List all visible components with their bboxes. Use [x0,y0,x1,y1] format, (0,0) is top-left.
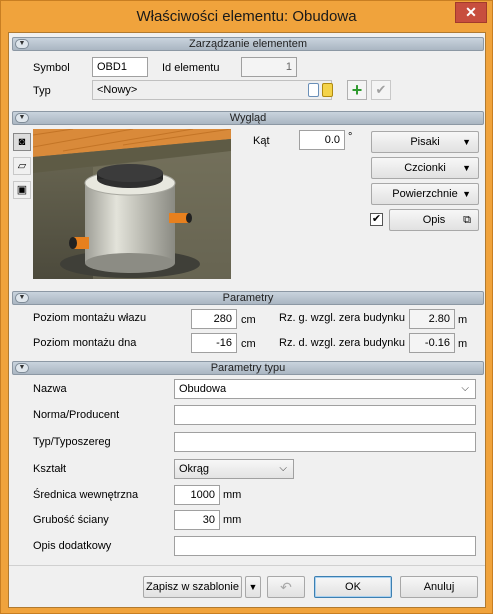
footer-divider [9,565,485,566]
wall-thickness-label: Grubość ściany [33,514,109,526]
section-title-parameters: Parametry [222,292,274,304]
standard-label: Norma/Producent [33,409,120,421]
angle-input[interactable]: 0.0 [299,130,345,150]
symbol-label: Symbol [33,62,70,74]
series-label: Typ/Typoszereg [33,436,111,448]
dialog-body: ▼ Zarządzanie elementem Symbol OBD1 Id e… [8,32,486,608]
name-select-value: Obudowa [179,383,227,395]
3d-preview[interactable] [33,129,231,279]
hatch-level-input[interactable]: 280 [191,309,237,329]
undo-icon[interactable]: ↶ [267,576,305,598]
window-title: Właściwości elementu: Obudowa [136,8,357,25]
name-label: Nazwa [33,383,67,395]
section-title-type-parameters: Parametry typu [210,362,286,374]
collapse-chevron-icon[interactable]: ▼ [15,363,29,373]
top-ordinate-label: Rz. g. wzgl. zera budynku [279,312,405,324]
open-window-icon: ⧉ [463,214,471,226]
diameter-unit: mm [223,489,242,501]
angle-label: Kąt [253,135,270,147]
dropdown-arrow-icon: ▼ [462,189,471,199]
collapse-chevron-icon[interactable]: ▼ [15,39,29,49]
shape-select-value: Okrąg [179,463,209,475]
type-field[interactable]: <Nowy> [92,80,332,100]
collapse-chevron-icon[interactable]: ▼ [15,113,29,123]
id-label: Id elementu [162,62,220,74]
pens-button[interactable]: Pisaki ▼ [371,131,479,153]
section-header-appearance[interactable]: ▼ Wygląd [12,111,484,125]
symbol-input[interactable]: OBD1 [92,57,148,77]
close-button[interactable]: ✕ [455,2,487,23]
section-header-type-parameters[interactable]: ▼ Parametry typu [12,361,484,375]
wall-thickness-unit: mm [223,514,242,526]
pens-button-label: Pisaki [410,136,440,148]
bottom-ordinate-field: -0.16 [409,333,455,353]
dropdown-arrow-icon: ▼ [462,137,471,147]
section-header-management[interactable]: ▼ Zarządzanie elementem [12,37,484,51]
title-bar[interactable]: Właściwości elementu: Obudowa ✕ [1,1,492,32]
top-ordinate-field: 2.80 [409,309,455,329]
hatch-level-unit: cm [241,314,256,326]
save-template-dropdown[interactable]: ▼ [245,576,261,598]
diameter-input[interactable]: 1000 [174,485,220,505]
chevron-down-icon: ⌵ [461,383,469,394]
extra-description-label: Opis dodatkowy [33,540,112,552]
angle-unit: ° [348,131,353,143]
save-template-button[interactable]: Zapisz w szablonie [143,576,242,598]
type-label: Typ [33,85,51,97]
series-input[interactable] [174,432,476,452]
manhole-render [33,129,231,279]
surfaces-button[interactable]: Powierzchnie ▼ [371,183,479,205]
cancel-button[interactable]: Anuluj [400,576,478,598]
collapse-chevron-icon[interactable]: ▼ [15,293,29,303]
section-header-parameters[interactable]: ▼ Parametry [12,291,484,305]
chevron-down-icon: ⌵ [279,463,287,474]
extra-description-input[interactable] [174,536,476,556]
camera-view-icon[interactable]: ◙ [13,133,31,151]
properties-dialog: Właściwości elementu: Obudowa ✕ ▼ Zarząd… [0,0,493,614]
diameter-label: Średnica wewnętrzna [33,489,139,501]
section-title-management: Zarządzanie elementem [188,38,307,50]
description-button-label: Opis [422,214,446,226]
id-field: 1 [241,57,297,77]
standard-input[interactable] [174,405,476,425]
confirm-check-icon[interactable]: ✔ [371,80,391,100]
surfaces-button-label: Powierzchnie [392,188,458,200]
bottom-ordinate-label: Rz. d. wzgl. zera budynku [279,337,405,349]
type-tag-icon[interactable] [322,83,333,97]
bottom-level-unit: cm [241,338,256,350]
type-doc-icon[interactable] [308,83,319,97]
ok-button[interactable]: OK [314,576,392,598]
shape-select[interactable]: Okrąg ⌵ [174,459,294,479]
name-select[interactable]: Obudowa ⌵ [174,379,476,399]
bottom-level-input[interactable]: -16 [191,333,237,353]
bottom-level-label: Poziom montażu dna [33,337,137,349]
fonts-button-label: Czcionki [404,162,446,174]
description-checkbox[interactable]: ✔ [370,213,383,226]
fonts-button[interactable]: Czcionki ▼ [371,157,479,179]
shape-label: Kształt [33,463,67,475]
bottom-ordinate-unit: m [458,338,468,350]
plan-view-icon[interactable]: ▱ [13,157,31,175]
dropdown-arrow-icon: ▼ [462,163,471,173]
description-button[interactable]: Opis ⧉ [389,209,479,231]
add-type-icon[interactable]: + [347,80,367,100]
wall-thickness-input[interactable]: 30 [174,510,220,530]
top-ordinate-unit: m [458,314,468,326]
section-title-appearance: Wygląd [229,112,267,124]
hatch-level-label: Poziom montażu włazu [33,312,147,324]
3d-box-icon[interactable]: ▣ [13,181,31,199]
